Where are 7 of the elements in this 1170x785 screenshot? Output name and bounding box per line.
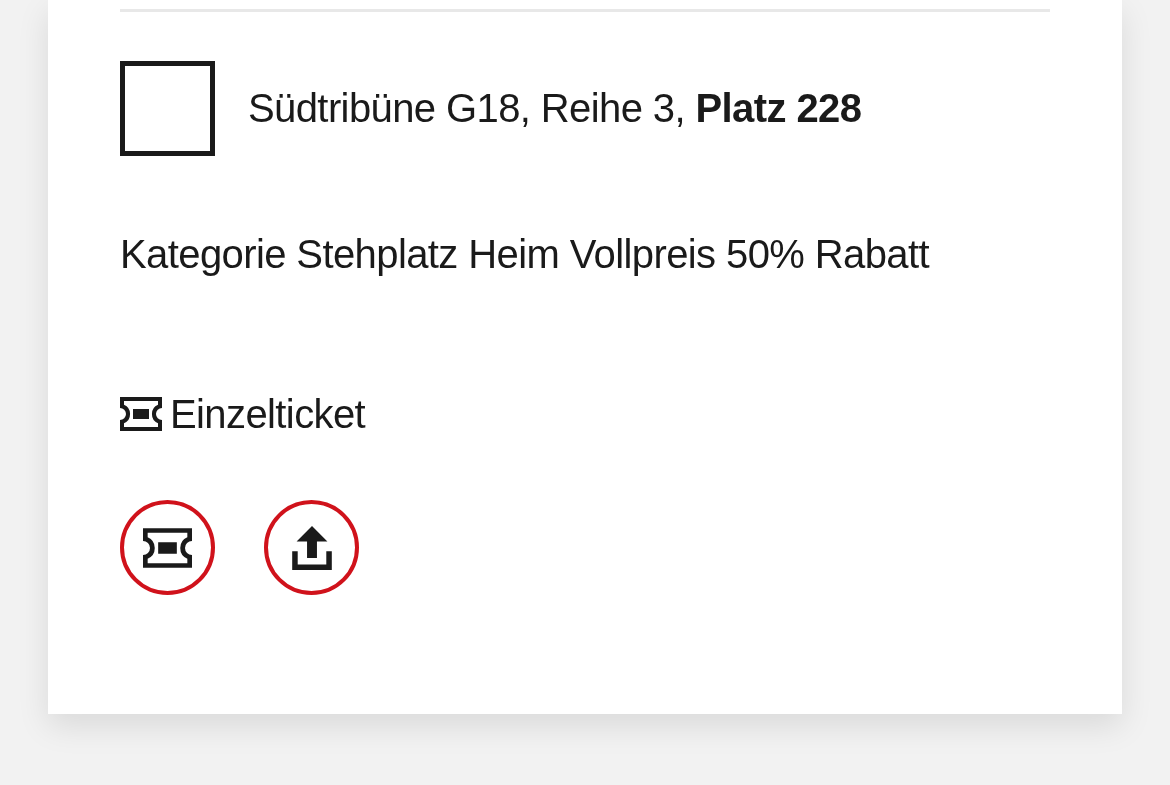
seat-label: Südtribüne G18, Reihe 3, Platz 228 [248,86,862,131]
upload-icon [291,525,332,570]
checkbox[interactable] [120,61,215,156]
ticket-icon [120,397,162,431]
ticket-icon [143,527,192,568]
ticket-type-label: Einzelticket [170,391,366,438]
category-text: Kategorie Stehplatz Heim Vollpreis 50% Rabatt [120,231,931,278]
